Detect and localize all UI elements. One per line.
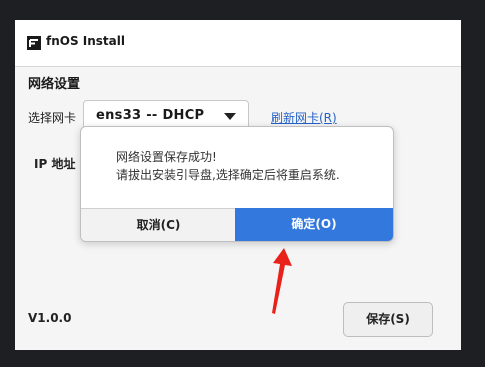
- annotation-arrow-icon: [272, 248, 292, 314]
- dialog-message: 网络设置保存成功! 请拔出安装引导盘,选择确定后将重启系统.: [116, 148, 340, 184]
- confirm-dialog: 网络设置保存成功! 请拔出安装引导盘,选择确定后将重启系统. 取消(C) 确定(…: [80, 126, 394, 242]
- title-bar: fnOS Install: [15, 20, 461, 67]
- dialog-message-line1: 网络设置保存成功!: [116, 150, 217, 164]
- cancel-button[interactable]: 取消(C): [81, 208, 237, 241]
- chevron-down-icon: [224, 113, 236, 120]
- nic-select-value: ens33 -- DHCP: [96, 108, 205, 123]
- network-section-title: 网络设置: [28, 77, 81, 92]
- save-button[interactable]: 保存(S): [343, 302, 433, 337]
- nic-label: 选择网卡: [28, 111, 77, 125]
- version-label: V1.0.0: [28, 311, 72, 325]
- dialog-message-line2: 请拔出安装引导盘,选择确定后将重启系统.: [116, 168, 340, 182]
- refresh-nic-link[interactable]: 刷新网卡(R): [271, 109, 337, 126]
- window-title: fnOS Install: [46, 34, 125, 48]
- ok-button[interactable]: 确定(O): [235, 208, 393, 241]
- ip-address-label: IP 地址: [34, 157, 76, 171]
- fnos-logo-icon: [27, 36, 41, 50]
